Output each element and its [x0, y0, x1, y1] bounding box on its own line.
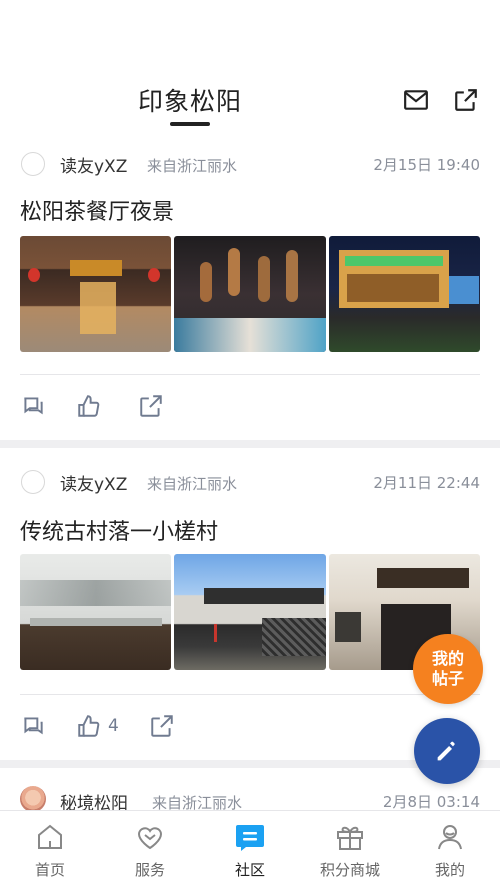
- chat-icon: [236, 825, 264, 851]
- header: 印象松阳: [0, 0, 500, 128]
- post-time: 2月11日 22:44: [373, 474, 480, 492]
- comment-button[interactable]: [20, 393, 46, 419]
- avatar[interactable]: [21, 152, 45, 176]
- photo-grid: [20, 236, 480, 352]
- post-time: 2月15日 19:40: [373, 156, 480, 174]
- post-actions: 4: [20, 711, 205, 741]
- avatar[interactable]: [20, 786, 46, 812]
- my-posts-label-line2: 帖子: [431, 669, 464, 688]
- page-title: 印象松阳: [137, 87, 242, 116]
- divider: [20, 694, 480, 695]
- nav-label: 服务: [134, 861, 165, 879]
- user-icon: [438, 825, 462, 850]
- my-posts-label-line1: 我的: [431, 649, 464, 668]
- avatar[interactable]: [21, 470, 45, 494]
- thumbs-up-icon: [78, 395, 100, 417]
- post-card[interactable]: 读友yXZ 来自浙江丽水 2月15日 19:40 松阳茶餐厅夜景: [0, 128, 500, 440]
- post-photo[interactable]: [174, 236, 326, 352]
- heart-icon: [137, 827, 163, 850]
- divider: [20, 374, 480, 375]
- nav-item-service[interactable]: 服务: [100, 811, 200, 888]
- share-icon: [140, 395, 162, 417]
- nav-label: 首页: [34, 861, 65, 879]
- photo-grid: [20, 554, 480, 670]
- user-name[interactable]: 读友yXZ: [60, 152, 127, 177]
- nav-label: 我的: [434, 861, 465, 879]
- nav-item-home[interactable]: 首页: [0, 811, 100, 888]
- post-time: 2月8日 03:14: [382, 793, 480, 811]
- nav-label: 积分商城: [319, 861, 380, 879]
- compose-button[interactable]: [414, 718, 480, 784]
- nav-item-points-mall[interactable]: 积分商城: [300, 811, 400, 888]
- bottom-nav: 首页 服务 社区 积分商城 我的: [0, 810, 500, 888]
- share-button[interactable]: [138, 393, 164, 419]
- user-name[interactable]: 读友yXZ: [60, 470, 127, 495]
- comment-icon: [24, 717, 43, 735]
- thumbs-up-icon: [78, 715, 100, 737]
- post-photo[interactable]: [20, 236, 172, 352]
- comment-icon: [24, 397, 43, 415]
- like-button[interactable]: [76, 393, 108, 419]
- mail-icon[interactable]: [402, 86, 430, 114]
- pencil-icon: [437, 741, 456, 761]
- location-label: 来自浙江丽水: [147, 475, 238, 493]
- nav-item-mine[interactable]: 我的: [400, 811, 500, 888]
- my-posts-button[interactable]: 我的 帖子: [413, 634, 483, 704]
- post-photo[interactable]: [328, 236, 480, 352]
- nav-label: 社区: [234, 861, 265, 879]
- share-icon: [151, 715, 173, 737]
- post-photo[interactable]: [174, 554, 326, 670]
- post-card[interactable]: 读友yXZ 来自浙江丽水 2月11日 22:44 传统古村落一小槎村 4: [0, 448, 500, 760]
- share-icon[interactable]: [452, 86, 480, 114]
- comment-button[interactable]: [20, 713, 46, 739]
- title-underline: [170, 122, 210, 126]
- like-button[interactable]: 4: [76, 713, 119, 739]
- community-page: 印象松阳 读友yXZ 来自浙江丽水 2月15日 19:40 松阳茶餐厅夜景 读友…: [0, 0, 500, 888]
- gift-icon: [337, 826, 363, 850]
- location-label: 来自浙江丽水: [147, 157, 238, 175]
- post-title[interactable]: 松阳茶餐厅夜景: [20, 194, 174, 226]
- share-button[interactable]: [149, 713, 175, 739]
- home-icon: [38, 824, 62, 849]
- post-title[interactable]: 传统古村落一小槎村: [20, 514, 218, 546]
- post-photo[interactable]: [20, 554, 172, 670]
- post-actions: [20, 391, 194, 421]
- like-count: 4: [108, 716, 119, 736]
- nav-item-community[interactable]: 社区: [200, 811, 300, 888]
